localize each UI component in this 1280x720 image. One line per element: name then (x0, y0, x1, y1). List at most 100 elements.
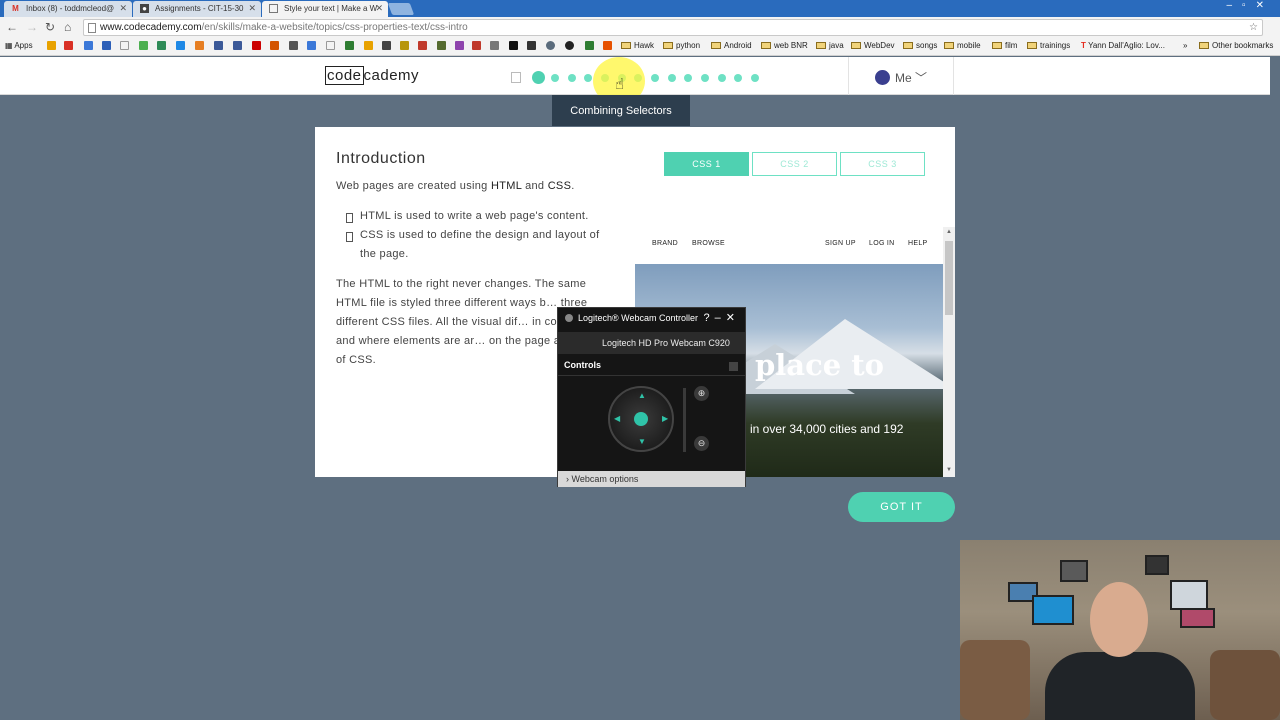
bookmark-icon[interactable] (418, 41, 427, 50)
bookmark-icon[interactable] (270, 41, 279, 50)
home-icon[interactable]: ⌂ (64, 20, 71, 34)
user-menu[interactable]: Me ﹀ (875, 69, 927, 86)
bookmark-icon[interactable] (546, 41, 555, 50)
apps-bookmark[interactable]: ▦ Apps (5, 41, 33, 50)
close-tab-icon[interactable]: ✕ (119, 3, 127, 14)
tab-css-1[interactable]: CSS 1 (664, 152, 749, 176)
progress-dot[interactable] (568, 74, 576, 82)
tab-assignments[interactable]: ● Assignments - CIT-15-30 ✕ (133, 1, 261, 17)
progress-dot[interactable] (751, 74, 759, 82)
bookmark-icon[interactable] (64, 41, 73, 50)
preview-scrollbar[interactable]: ▲ ▼ (943, 227, 955, 477)
bookmark-folder[interactable]: Hawk (621, 41, 654, 50)
bookmark-icon[interactable] (527, 41, 536, 50)
forward-arrow-icon[interactable]: → (26, 20, 38, 34)
joystick-center[interactable] (634, 412, 648, 426)
bookmark-ted[interactable]: T Yann Dall'Aglio: Lov... (1081, 41, 1165, 50)
scroll-up-icon[interactable]: ▲ (946, 229, 952, 235)
bookmark-icon[interactable] (364, 41, 373, 50)
address-bar[interactable]: www.codecademy.com/en/skills/make-a-webs… (83, 19, 1263, 36)
progress-dot[interactable] (734, 74, 742, 82)
bookmark-icon[interactable] (382, 41, 391, 50)
bookmark-icon[interactable] (326, 41, 335, 50)
progress-dot[interactable] (684, 74, 692, 82)
webcam-options[interactable]: › Webcam options (558, 471, 745, 487)
preview-nav-signup[interactable]: SIGN UP (825, 240, 856, 247)
got-it-button[interactable]: GOT IT (848, 492, 955, 522)
bookmark-icon[interactable] (102, 41, 111, 50)
bookmark-icon[interactable] (47, 41, 56, 50)
back-arrow-icon[interactable]: ← (6, 20, 18, 34)
bookmark-icon[interactable] (400, 41, 409, 50)
bookmark-folder[interactable]: python (663, 41, 700, 50)
bookmark-icon[interactable] (157, 41, 166, 50)
scrollbar-thumb[interactable] (945, 241, 953, 315)
arrow-up-icon[interactable]: ▲ (638, 391, 646, 400)
webcam-window-controls[interactable]: ?–✕ (704, 311, 740, 324)
bookmark-icon[interactable] (437, 41, 446, 50)
other-bookmarks[interactable]: Other bookmarks (1199, 41, 1273, 50)
close-tab-icon[interactable]: ✕ (375, 3, 383, 14)
bookmark-icon[interactable] (345, 41, 354, 50)
zoom-slider[interactable] (683, 388, 686, 452)
reload-icon[interactable]: ↻ (45, 20, 55, 34)
bookmark-folder[interactable]: film (992, 41, 1017, 50)
bookmark-icon[interactable] (84, 41, 93, 50)
pan-tilt-joystick[interactable]: ▲ ▼ ◀ ▶ (608, 386, 674, 452)
preview-nav-browse[interactable]: BROWSE (692, 240, 725, 247)
bookmark-icon[interactable] (455, 41, 464, 50)
progress-dot[interactable] (718, 74, 726, 82)
bookmark-folder[interactable]: web BNR (761, 41, 808, 50)
window-controls[interactable]: –▫✕ (1227, 0, 1275, 11)
bookmark-icon[interactable] (307, 41, 316, 50)
new-tab-button[interactable] (387, 3, 415, 15)
progress-dot[interactable] (651, 74, 659, 82)
bookmark-icon[interactable] (509, 41, 518, 50)
preview-nav-help[interactable]: HELP (908, 240, 928, 247)
bookmark-folder[interactable]: trainings (1027, 41, 1070, 50)
lesson-list-icon[interactable] (511, 72, 521, 83)
progress-dot[interactable] (668, 74, 676, 82)
progress-dot[interactable] (584, 74, 592, 82)
progress-dot-current[interactable] (532, 71, 545, 84)
tab-css-3[interactable]: CSS 3 (840, 152, 925, 176)
bookmark-icon[interactable] (214, 41, 223, 50)
bookmark-icon[interactable] (603, 41, 612, 50)
bookmark-icon[interactable] (585, 41, 594, 50)
preview-nav-brand[interactable]: BRAND (652, 240, 678, 247)
scroll-down-icon[interactable]: ▼ (946, 467, 952, 473)
tab-codecademy[interactable]: Style your text | Make a W ✕ (262, 1, 388, 17)
arrow-left-icon[interactable]: ◀ (614, 414, 620, 423)
tab-css-2[interactable]: CSS 2 (752, 152, 837, 176)
bookmark-icon[interactable] (565, 41, 574, 50)
progress-dot[interactable] (551, 74, 559, 82)
zoom-in-icon[interactable]: ⊕ (694, 386, 709, 401)
star-icon[interactable]: ☆ (1249, 22, 1258, 33)
bookmark-folder[interactable]: WebDev (851, 41, 895, 50)
bookmark-folder[interactable]: java (816, 41, 844, 50)
bookmark-icon[interactable] (176, 41, 185, 50)
codecademy-logo[interactable]: code cademy (325, 66, 419, 85)
folder-icon (761, 42, 771, 49)
more-bookmarks-chevron[interactable]: » (1183, 41, 1187, 50)
bookmark-icon[interactable] (139, 41, 148, 50)
arrow-right-icon[interactable]: ▶ (662, 414, 668, 423)
bookmark-icon[interactable] (195, 41, 204, 50)
bookmark-icon[interactable] (490, 41, 499, 50)
bookmark-icon[interactable] (289, 41, 298, 50)
zoom-out-icon[interactable]: ⊖ (694, 436, 709, 451)
bookmark-folder[interactable]: mobile (944, 41, 981, 50)
tab-gmail[interactable]: M Inbox (8) - toddmcleod@ ✕ (4, 1, 132, 17)
preview-nav-login[interactable]: LOG IN (869, 240, 895, 247)
collapse-icon[interactable] (729, 362, 738, 371)
arrow-down-icon[interactable]: ▼ (638, 437, 646, 446)
progress-dot[interactable] (701, 74, 709, 82)
chair (1210, 650, 1280, 720)
bookmark-icon[interactable] (120, 41, 129, 50)
bookmark-icon[interactable] (252, 41, 261, 50)
bookmark-folder[interactable]: Android (711, 41, 752, 50)
close-tab-icon[interactable]: ✕ (248, 3, 256, 14)
bookmark-icon[interactable] (472, 41, 481, 50)
bookmark-icon[interactable] (233, 41, 242, 50)
bookmark-folder[interactable]: songs (903, 41, 937, 50)
